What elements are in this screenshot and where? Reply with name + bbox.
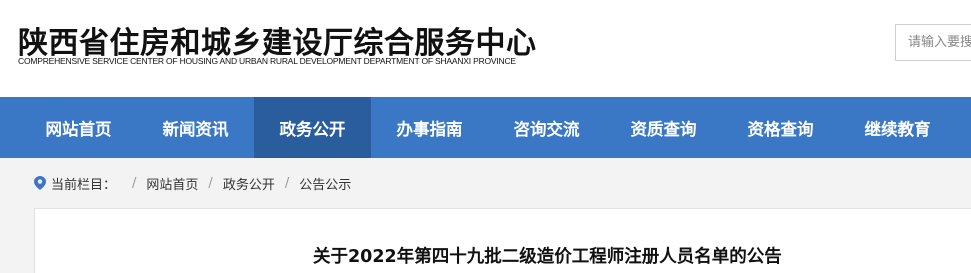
breadcrumb-separator: / [208,175,213,191]
main-nav: 网站首页 新闻资讯 政务公开 办事指南 咨询交流 资质查询 资格查询 继续教育 [0,97,971,158]
breadcrumb-separator: / [132,175,137,191]
nav-item-qualification-query[interactable]: 资质查询 [605,97,722,158]
breadcrumb-item-home[interactable]: 网站首页 [146,174,198,193]
breadcrumb-item-government-affairs[interactable]: 政务公开 [223,174,275,193]
nav-item-government-affairs[interactable]: 政务公开 [254,97,371,158]
breadcrumb-item-announcements[interactable]: 公告公示 [299,174,351,193]
site-header: 陕西省住房和城乡建设厅综合服务中心 COMPREHENSIVE SERVICE … [0,0,971,97]
nav-item-news[interactable]: 新闻资讯 [137,97,254,158]
article-card: 关于2022年第四十九批二级造价工程师注册人员名单的公告 [34,208,971,273]
nav-item-continuing-education[interactable]: 继续教育 [839,97,956,158]
location-pin-icon [34,176,46,190]
article-title: 关于2022年第四十九批二级造价工程师注册人员名单的公告 [313,247,782,267]
search-input[interactable] [896,25,971,60]
site-subtitle: COMPREHENSIVE SERVICE CENTER OF HOUSING … [18,56,516,66]
nav-item-home[interactable]: 网站首页 [20,97,137,158]
breadcrumb-separator: / [284,175,290,191]
breadcrumb-label: 当前栏目： [51,177,117,193]
breadcrumb: 当前栏目： / 网站首页 / 政务公开 / 公告公示 [0,158,971,208]
nav-item-consultation[interactable]: 咨询交流 [488,97,605,158]
nav-item-certificate-query[interactable]: 资格查询 [722,97,839,158]
search-box[interactable] [895,24,971,61]
nav-item-service-guide[interactable]: 办事指南 [371,97,488,158]
content-area: 关于2022年第四十九批二级造价工程师注册人员名单的公告 [0,208,971,273]
